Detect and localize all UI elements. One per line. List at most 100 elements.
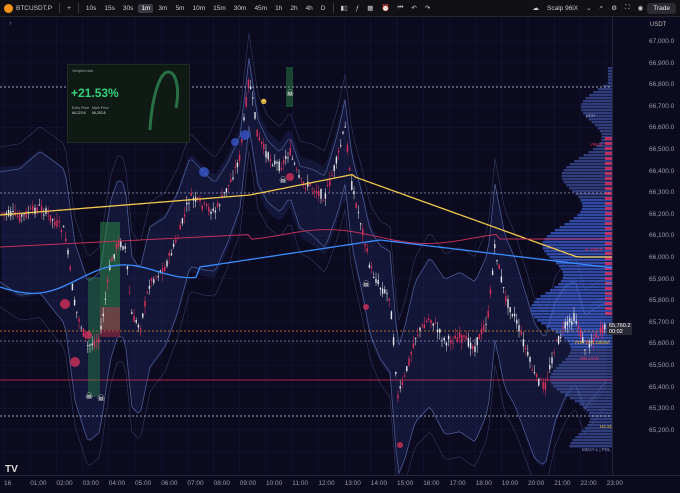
- candle-body: [106, 279, 109, 283]
- candle-body: [408, 358, 410, 366]
- layout-grid-icon[interactable]: ▦: [364, 3, 376, 13]
- candle-type-icon[interactable]: ▮▯: [338, 3, 351, 13]
- volume-profile-bar: [558, 364, 612, 367]
- symbol-selector[interactable]: BTCUSDT.P: [0, 0, 56, 16]
- volume-profile-bar: [601, 133, 612, 136]
- candle-body: [238, 154, 241, 161]
- candle-body: [518, 325, 520, 332]
- candle-body: [65, 238, 67, 242]
- volume-profile-bar: [569, 397, 612, 400]
- candle-body: [296, 168, 298, 170]
- time-axis[interactable]: 16 01:00 02:00 03:00 04:00 05:00 06:00 07:00 08:…: [0, 464, 680, 493]
- label-pdh: pDH: [586, 113, 595, 118]
- candle-body: [491, 270, 494, 275]
- candle-body: [269, 159, 272, 162]
- candle-body: [144, 300, 146, 307]
- volume-profile-bar: [562, 361, 612, 364]
- price-tick: 66,700.0: [649, 102, 675, 110]
- time-tick: 19:00: [501, 480, 519, 487]
- trade-button[interactable]: Trade: [647, 2, 676, 14]
- candle-body: [298, 175, 300, 178]
- candle-body: [373, 276, 375, 278]
- camera-icon[interactable]: ◉: [635, 3, 647, 13]
- candle-body: [417, 335, 419, 337]
- candle-body: [135, 320, 137, 323]
- volume-profile-bar: [562, 178, 612, 181]
- candle-body: [166, 260, 168, 267]
- volume-profile-bar: [574, 400, 612, 403]
- interval-button[interactable]: 3m: [155, 4, 170, 13]
- tradingview-logo: TV: [5, 464, 18, 475]
- candle-body: [456, 337, 459, 343]
- candle-body: [67, 250, 69, 255]
- candle-body: [568, 318, 571, 323]
- alert-icon[interactable]: ⏰: [378, 3, 392, 13]
- time-tick: 04:00: [108, 480, 126, 487]
- candle-body: [179, 224, 181, 230]
- candle-body: [353, 191, 355, 195]
- candle-body: [256, 129, 258, 137]
- volume-profile-bar: [564, 223, 612, 226]
- candle-body: [505, 296, 507, 302]
- fullscreen-icon[interactable]: ⛶: [622, 3, 633, 13]
- interval-button[interactable]: D: [318, 4, 329, 13]
- toolbar-divider: [59, 3, 61, 13]
- undo-icon[interactable]: ↶: [408, 3, 419, 13]
- layout-name[interactable]: Scalp 96iX: [544, 4, 581, 13]
- replay-icon[interactable]: ⏮: [395, 3, 407, 13]
- toolbar-divider: [77, 3, 79, 13]
- volume-delta-bar: [605, 297, 612, 300]
- interval-button[interactable]: 45m: [251, 4, 270, 13]
- interval-button[interactable]: 30m: [231, 4, 250, 13]
- candle-body: [406, 366, 408, 371]
- interval-button[interactable]: 4h: [303, 4, 316, 13]
- volume-profile-bar: [563, 274, 612, 277]
- interval-button[interactable]: 2h: [287, 4, 300, 13]
- candle-body: [18, 213, 21, 222]
- candle-body: [439, 329, 441, 333]
- interval-button[interactable]: 30s: [120, 4, 136, 13]
- volume-profile-bar: [590, 418, 612, 421]
- time-tick: 21:00: [554, 480, 571, 487]
- indicators-icon[interactable]: ƒ: [353, 4, 363, 13]
- price-tick: 66,800.0: [649, 81, 675, 89]
- add-symbol-button[interactable]: +: [64, 4, 74, 13]
- label-dvwap: D-VWAP: [585, 247, 603, 252]
- candle-body: [232, 177, 234, 180]
- volume-profile-bar: [564, 394, 612, 397]
- top-toolbar: BTCUSDT.P + 10s 15s 30s 1m 3m 5m 10m 15m 30m 45m 1…: [0, 0, 680, 17]
- chevron-down-icon[interactable]: ⌄: [583, 3, 594, 13]
- candle-body: [271, 164, 274, 166]
- candle-body: [164, 266, 166, 271]
- time-tick: 09:00: [239, 480, 257, 487]
- candle-body: [214, 210, 217, 213]
- candle-body: [419, 327, 421, 331]
- interval-button[interactable]: 5m: [172, 4, 187, 13]
- settings-icon[interactable]: ⚙: [608, 3, 620, 13]
- candle-body: [219, 204, 221, 206]
- interval-button[interactable]: 1h: [272, 4, 285, 13]
- candle-body: [32, 206, 34, 210]
- volume-profile-bar: [554, 286, 612, 289]
- time-tick: 02:00: [56, 480, 73, 487]
- volume-bubble: [286, 173, 294, 181]
- candle-body: [381, 288, 384, 294]
- candle-body: [478, 334, 481, 340]
- interval-button[interactable]: 15s: [101, 4, 117, 13]
- interval-button[interactable]: 15m: [210, 4, 229, 13]
- search-icon[interactable]: ⌕: [597, 3, 607, 13]
- price-axis[interactable]: 67,000.0 66,900.0 66,800.0 66,700.0 66,600.0…: [607, 17, 680, 475]
- cloud-icon[interactable]: ☁: [530, 3, 543, 13]
- candle-body: [355, 203, 357, 209]
- volume-bubble: [363, 304, 369, 310]
- candle-body: [280, 168, 283, 170]
- interval-button[interactable]: 10m: [189, 4, 208, 13]
- redo-icon[interactable]: ↷: [422, 3, 433, 13]
- candle-body: [472, 345, 474, 349]
- entry-price-label: Entry Price: [72, 106, 90, 110]
- candle-body: [399, 386, 401, 389]
- candle-body: [340, 145, 342, 147]
- interval-button[interactable]: 10s: [83, 4, 99, 13]
- candle-body: [520, 331, 522, 335]
- interval-button[interactable]: 1m: [138, 3, 154, 13]
